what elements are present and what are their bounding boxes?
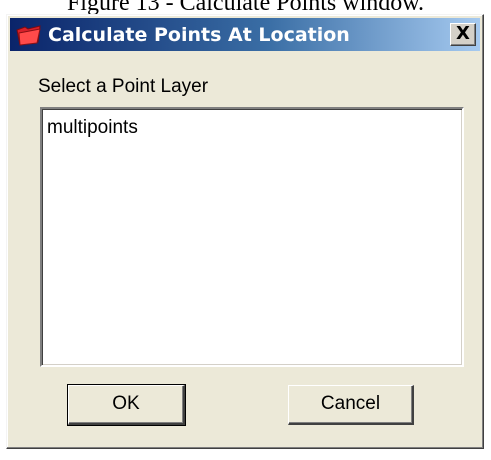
red-folder-icon bbox=[16, 25, 41, 46]
list-item[interactable]: multipoints bbox=[47, 117, 138, 139]
ok-button[interactable]: OK bbox=[67, 384, 186, 426]
close-button[interactable]: X bbox=[450, 23, 476, 46]
cancel-button[interactable]: Cancel bbox=[288, 385, 414, 425]
calculate-points-dialog: Calculate Points At Location X Select a … bbox=[6, 14, 484, 449]
title-bar[interactable]: Calculate Points At Location X bbox=[10, 18, 480, 51]
window-title: Calculate Points At Location bbox=[48, 24, 350, 46]
select-point-layer-label: Select a Point Layer bbox=[38, 76, 209, 97]
point-layer-listbox[interactable]: multipoints bbox=[40, 107, 464, 367]
close-icon: X bbox=[456, 23, 470, 44]
